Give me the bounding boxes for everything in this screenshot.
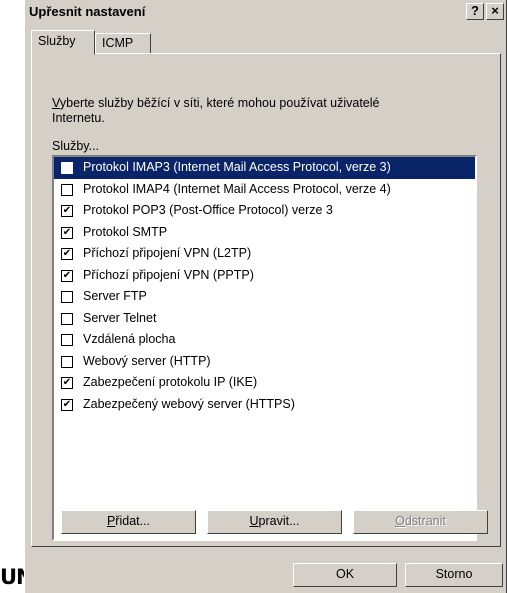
services-description: Vyberte služby běžící v síti, které moho…: [52, 96, 452, 126]
dialog-title: Upřesnit nastavení: [29, 4, 146, 19]
close-button[interactable]: ×: [486, 3, 504, 20]
services-list-label: Služby...: [52, 139, 100, 153]
checkbox-checked[interactable]: ✔: [61, 226, 73, 239]
checkbox-checked[interactable]: ✔: [61, 398, 73, 411]
service-label: Vzdálená plocha: [83, 332, 176, 346]
service-row[interactable]: Vzdálená plocha: [54, 329, 475, 351]
service-row[interactable]: Protokol IMAP4 (Internet Mail Access Pro…: [54, 179, 475, 201]
description-line1: yberte služby běžící v síti, které mohou…: [59, 96, 380, 110]
service-label: Příchozí připojení VPN (L2TP): [83, 246, 252, 260]
service-row[interactable]: ✔ Protokol POP3 (Post-Office Protocol) ve…: [54, 200, 475, 222]
service-row[interactable]: Server FTP: [54, 286, 475, 308]
checkbox-unchecked[interactable]: [61, 355, 73, 368]
ok-button[interactable]: OK: [293, 563, 397, 587]
checkbox-checked[interactable]: ✔: [61, 269, 73, 282]
service-label: Server Telnet: [83, 310, 157, 325]
service-row[interactable]: Webový server (HTTP): [54, 351, 475, 373]
title-bar[interactable]: Upřesnit nastavení ? ×: [25, 0, 506, 24]
checkbox-unchecked[interactable]: [61, 334, 73, 346]
tab-services[interactable]: Služby: [31, 30, 95, 55]
remove-button[interactable]: Odstranit: [353, 510, 488, 534]
cancel-button[interactable]: Storno: [405, 563, 503, 587]
service-label: Zabezpečený webový server (HTTPS): [83, 396, 295, 411]
service-row[interactable]: ✔ Příchozí připojení VPN (PPTP): [54, 265, 475, 287]
service-row[interactable]: ✔ Příchozí připojení VPN (L2TP): [54, 243, 475, 265]
checkbox-unchecked[interactable]: [61, 312, 73, 325]
edit-button[interactable]: Upravit...: [207, 510, 342, 534]
background-window-fragment: UN: [0, 565, 24, 589]
service-row[interactable]: Server Telnet: [54, 308, 475, 330]
service-row[interactable]: ✔ Protokol SMTP: [54, 222, 475, 244]
service-row[interactable]: ✔ Zabezpečený webový server (HTTPS): [54, 394, 475, 416]
service-label: Protokol IMAP3 (Internet Mail Access Pro…: [83, 160, 391, 174]
help-button[interactable]: ?: [466, 3, 484, 20]
description-line2: Internetu.: [52, 111, 105, 125]
services-tab-panel: Vyberte služby běžící v síti, které moho…: [31, 53, 501, 547]
checkbox-unchecked[interactable]: [61, 162, 73, 174]
service-label: Webový server (HTTP): [83, 353, 211, 368]
service-label: Server FTP: [83, 289, 147, 303]
service-label: Příchozí připojení VPN (PPTP): [83, 267, 254, 282]
tab-icmp[interactable]: ICMP: [95, 33, 151, 54]
service-row[interactable]: ✔ Zabezpečení protokolu IP (IKE): [54, 372, 475, 394]
checkbox-checked[interactable]: ✔: [61, 248, 73, 260]
checkbox-checked[interactable]: ✔: [61, 377, 73, 389]
checkbox-unchecked[interactable]: [61, 291, 73, 303]
checkbox-checked[interactable]: ✔: [61, 205, 73, 217]
advanced-settings-dialog: Upřesnit nastavení ? × ICMP Služby Vyber…: [24, 0, 507, 593]
services-list[interactable]: Protokol IMAP3 (Internet Mail Access Pro…: [52, 155, 477, 541]
service-label: Protokol SMTP: [83, 224, 168, 239]
service-label: Protokol POP3 (Post-Office Protocol) ver…: [83, 203, 333, 217]
description-accelerator: V: [52, 96, 60, 110]
service-row[interactable]: Protokol IMAP3 (Internet Mail Access Pro…: [54, 157, 475, 179]
service-label: Protokol IMAP4 (Internet Mail Access Pro…: [83, 181, 391, 196]
service-label: Zabezpečení protokolu IP (IKE): [83, 375, 258, 389]
add-button[interactable]: Přidat...: [61, 510, 196, 534]
checkbox-unchecked[interactable]: [61, 183, 73, 196]
